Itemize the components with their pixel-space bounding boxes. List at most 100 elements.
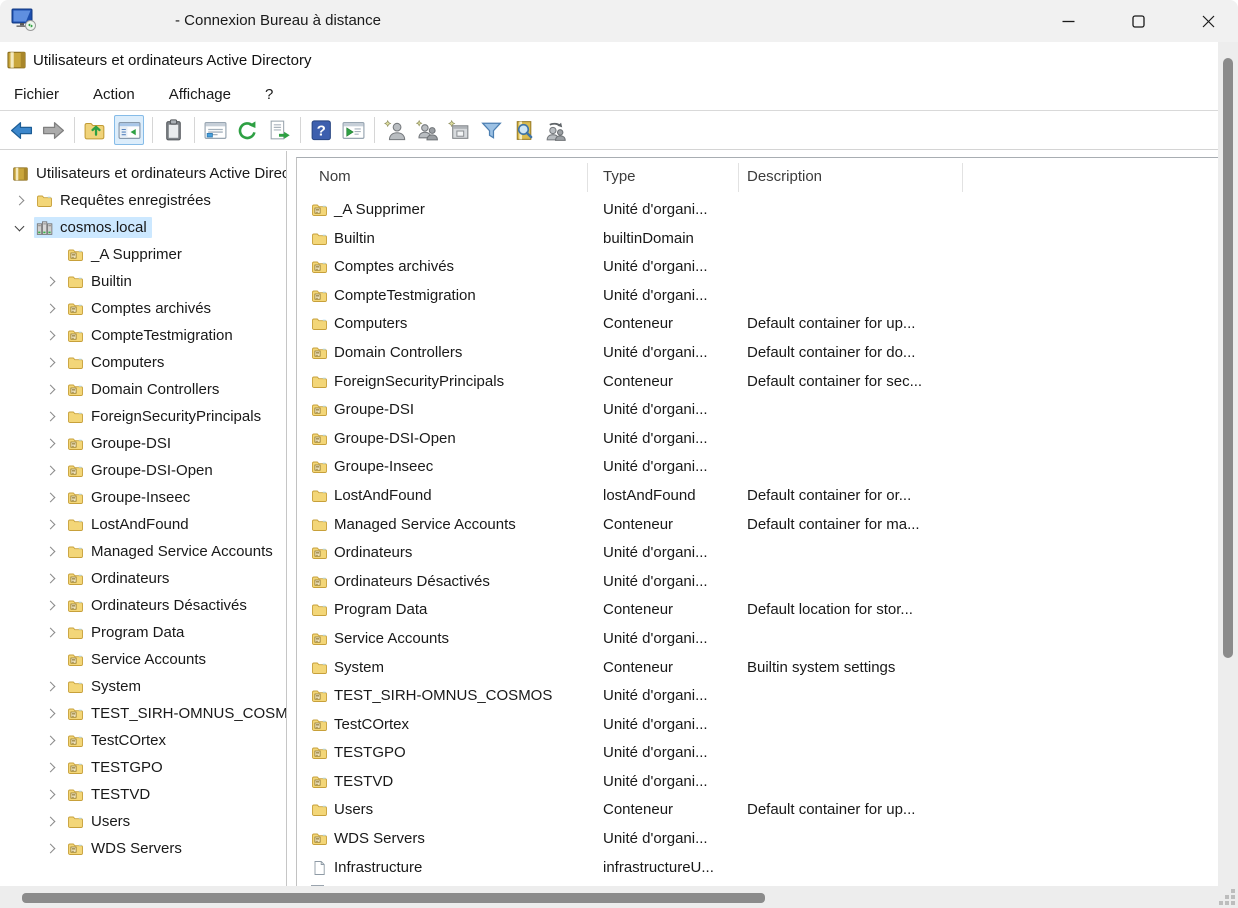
list-row[interactable]: TESTVD Unité d'organi... — [297, 768, 1218, 797]
rdp-horizontal-scrollbar-thumb[interactable] — [22, 893, 765, 903]
tree-item[interactable]: Ordinateurs Désactivés — [0, 592, 286, 619]
list-row[interactable]: Groupe-Inseec Unité d'organi... — [297, 453, 1218, 482]
tree-item[interactable]: Domain Controllers — [0, 376, 286, 403]
expander-icon[interactable] — [43, 625, 59, 641]
tree-item[interactable]: Service Accounts — [0, 646, 286, 673]
find-button[interactable] — [510, 117, 536, 143]
tree-item[interactable]: Groupe-DSI-Open — [0, 457, 286, 484]
list-row[interactable]: Ordinateurs Unité d'organi... — [297, 539, 1218, 568]
filter-button[interactable] — [478, 117, 504, 143]
expander-icon[interactable] — [43, 733, 59, 749]
column-separator[interactable] — [962, 163, 963, 192]
list-row[interactable]: Groupe-DSI Unité d'organi... — [297, 396, 1218, 425]
up-one-level-button[interactable] — [82, 117, 108, 143]
tree-item[interactable]: Managed Service Accounts — [0, 538, 286, 565]
help-button[interactable]: ? — [308, 117, 334, 143]
expander-icon[interactable] — [43, 463, 59, 479]
tree-item[interactable]: _A Supprimer — [0, 241, 286, 268]
tree-item[interactable]: Computers — [0, 349, 286, 376]
column-header-nom[interactable]: Nom — [319, 158, 351, 196]
column-separator[interactable] — [587, 163, 588, 192]
expander-icon[interactable] — [43, 328, 59, 344]
tree-item[interactable]: Comptes archivés — [0, 295, 286, 322]
tree-item[interactable]: Groupe-Inseec — [0, 484, 286, 511]
expander-icon[interactable] — [43, 679, 59, 695]
expander-icon[interactable] — [43, 571, 59, 587]
list-row[interactable]: Managed Service Accounts Conteneur Defau… — [297, 511, 1218, 540]
list-row[interactable]: _A Supprimer Unité d'organi... — [297, 196, 1218, 225]
list-row[interactable]: TEST_SIRH-OMNUS_COSMOS Unité d'organi... — [297, 682, 1218, 711]
tree-item[interactable]: TestCOrtex — [0, 727, 286, 754]
tree-item[interactable]: TESTGPO — [0, 754, 286, 781]
export-list-button[interactable] — [266, 117, 292, 143]
rdp-titlebar[interactable]: - Connexion Bureau à distance — [0, 0, 1238, 42]
tree-item[interactable]: Requêtes enregistrées — [0, 187, 286, 214]
new-group-button[interactable] — [414, 117, 440, 143]
menu-affichage[interactable]: Affichage — [158, 79, 242, 110]
tree-item[interactable]: WDS Servers — [0, 835, 286, 862]
tree-item[interactable]: TEST_SIRH-OMNUS_COSMOS — [0, 700, 286, 727]
expander-icon[interactable] — [43, 490, 59, 506]
forward-button[interactable] — [40, 117, 66, 143]
expander-icon[interactable] — [43, 706, 59, 722]
tree-item[interactable]: Ordinateurs — [0, 565, 286, 592]
tree-item[interactable]: Program Data — [0, 619, 286, 646]
tree-item[interactable]: CompteTestmigration — [0, 322, 286, 349]
tree-item[interactable]: Users — [0, 808, 286, 835]
refresh-button[interactable] — [234, 117, 260, 143]
menu-fichier[interactable]: Fichier — [3, 79, 70, 110]
tree-item[interactable]: TESTVD — [0, 781, 286, 808]
close-button[interactable] — [1185, 0, 1231, 42]
list-row[interactable]: WDS Servers Unité d'organi... — [297, 825, 1218, 854]
rdp-vertical-scrollbar-thumb[interactable] — [1223, 58, 1233, 658]
expander-icon[interactable] — [43, 814, 59, 830]
column-header-type[interactable]: Type — [603, 158, 636, 196]
list-row[interactable]: CompteTestmigration Unité d'organi... — [297, 282, 1218, 311]
list-row[interactable]: Comptes archivés Unité d'organi... — [297, 253, 1218, 282]
list-row[interactable]: Groupe-DSI-Open Unité d'organi... — [297, 425, 1218, 454]
tree-item[interactable]: System — [0, 673, 286, 700]
expander-icon[interactable] — [43, 301, 59, 317]
expander-icon[interactable] — [43, 274, 59, 290]
tree-item[interactable]: Builtin — [0, 268, 286, 295]
tree-item[interactable]: Groupe-DSI — [0, 430, 286, 457]
column-separator[interactable] — [738, 163, 739, 192]
list-row[interactable]: Ordinateurs Désactivés Unité d'organi... — [297, 568, 1218, 597]
list-row[interactable]: Service Accounts Unité d'organi... — [297, 625, 1218, 654]
new-user-button[interactable] — [382, 117, 408, 143]
column-header-description[interactable]: Description — [747, 158, 822, 196]
menu-help[interactable]: ? — [254, 79, 284, 110]
expander-icon[interactable] — [43, 598, 59, 614]
list-row[interactable]: LostAndFound lostAndFound Default contai… — [297, 482, 1218, 511]
change-domain-button[interactable] — [542, 117, 568, 143]
new-organizational-unit-button[interactable] — [446, 117, 472, 143]
list-row[interactable]: ForeignSecurityPrincipals Conteneur Defa… — [297, 368, 1218, 397]
expander-icon[interactable] — [43, 517, 59, 533]
list-row[interactable]: Computers Conteneur Default container fo… — [297, 310, 1218, 339]
list-row[interactable]: System Conteneur Builtin system settings — [297, 654, 1218, 683]
rdp-vertical-scrollbar[interactable] — [1218, 42, 1238, 886]
tree-item[interactable]: cosmos.local — [0, 214, 286, 241]
new-window-button[interactable] — [340, 117, 366, 143]
back-button[interactable] — [8, 117, 34, 143]
expander-icon[interactable] — [43, 652, 59, 668]
list-row[interactable]: Domain Controllers Unité d'organi... Def… — [297, 339, 1218, 368]
maximize-button[interactable] — [1115, 0, 1161, 42]
tree-item[interactable]: ForeignSecurityPrincipals — [0, 403, 286, 430]
properties-button[interactable] — [160, 117, 186, 143]
expander-icon[interactable] — [43, 382, 59, 398]
expander-icon[interactable] — [43, 409, 59, 425]
tree-item[interactable]: LostAndFound — [0, 511, 286, 538]
expander-icon[interactable] — [43, 544, 59, 560]
rdp-horizontal-scrollbar[interactable] — [0, 886, 1238, 908]
expander-icon[interactable] — [43, 760, 59, 776]
expander-icon[interactable] — [43, 841, 59, 857]
menu-action[interactable]: Action — [82, 79, 146, 110]
expander-icon[interactable] — [12, 220, 28, 236]
tree-item[interactable]: Utilisateurs et ordinateurs Active Direc… — [0, 160, 286, 187]
list-row[interactable]: Infrastructure infrastructureU... — [297, 854, 1218, 883]
show-hide-console-tree-button[interactable] — [114, 115, 144, 145]
expander-icon[interactable] — [12, 193, 28, 209]
list-view-button[interactable] — [202, 117, 228, 143]
list-row[interactable]: Users Conteneur Default container for up… — [297, 796, 1218, 825]
